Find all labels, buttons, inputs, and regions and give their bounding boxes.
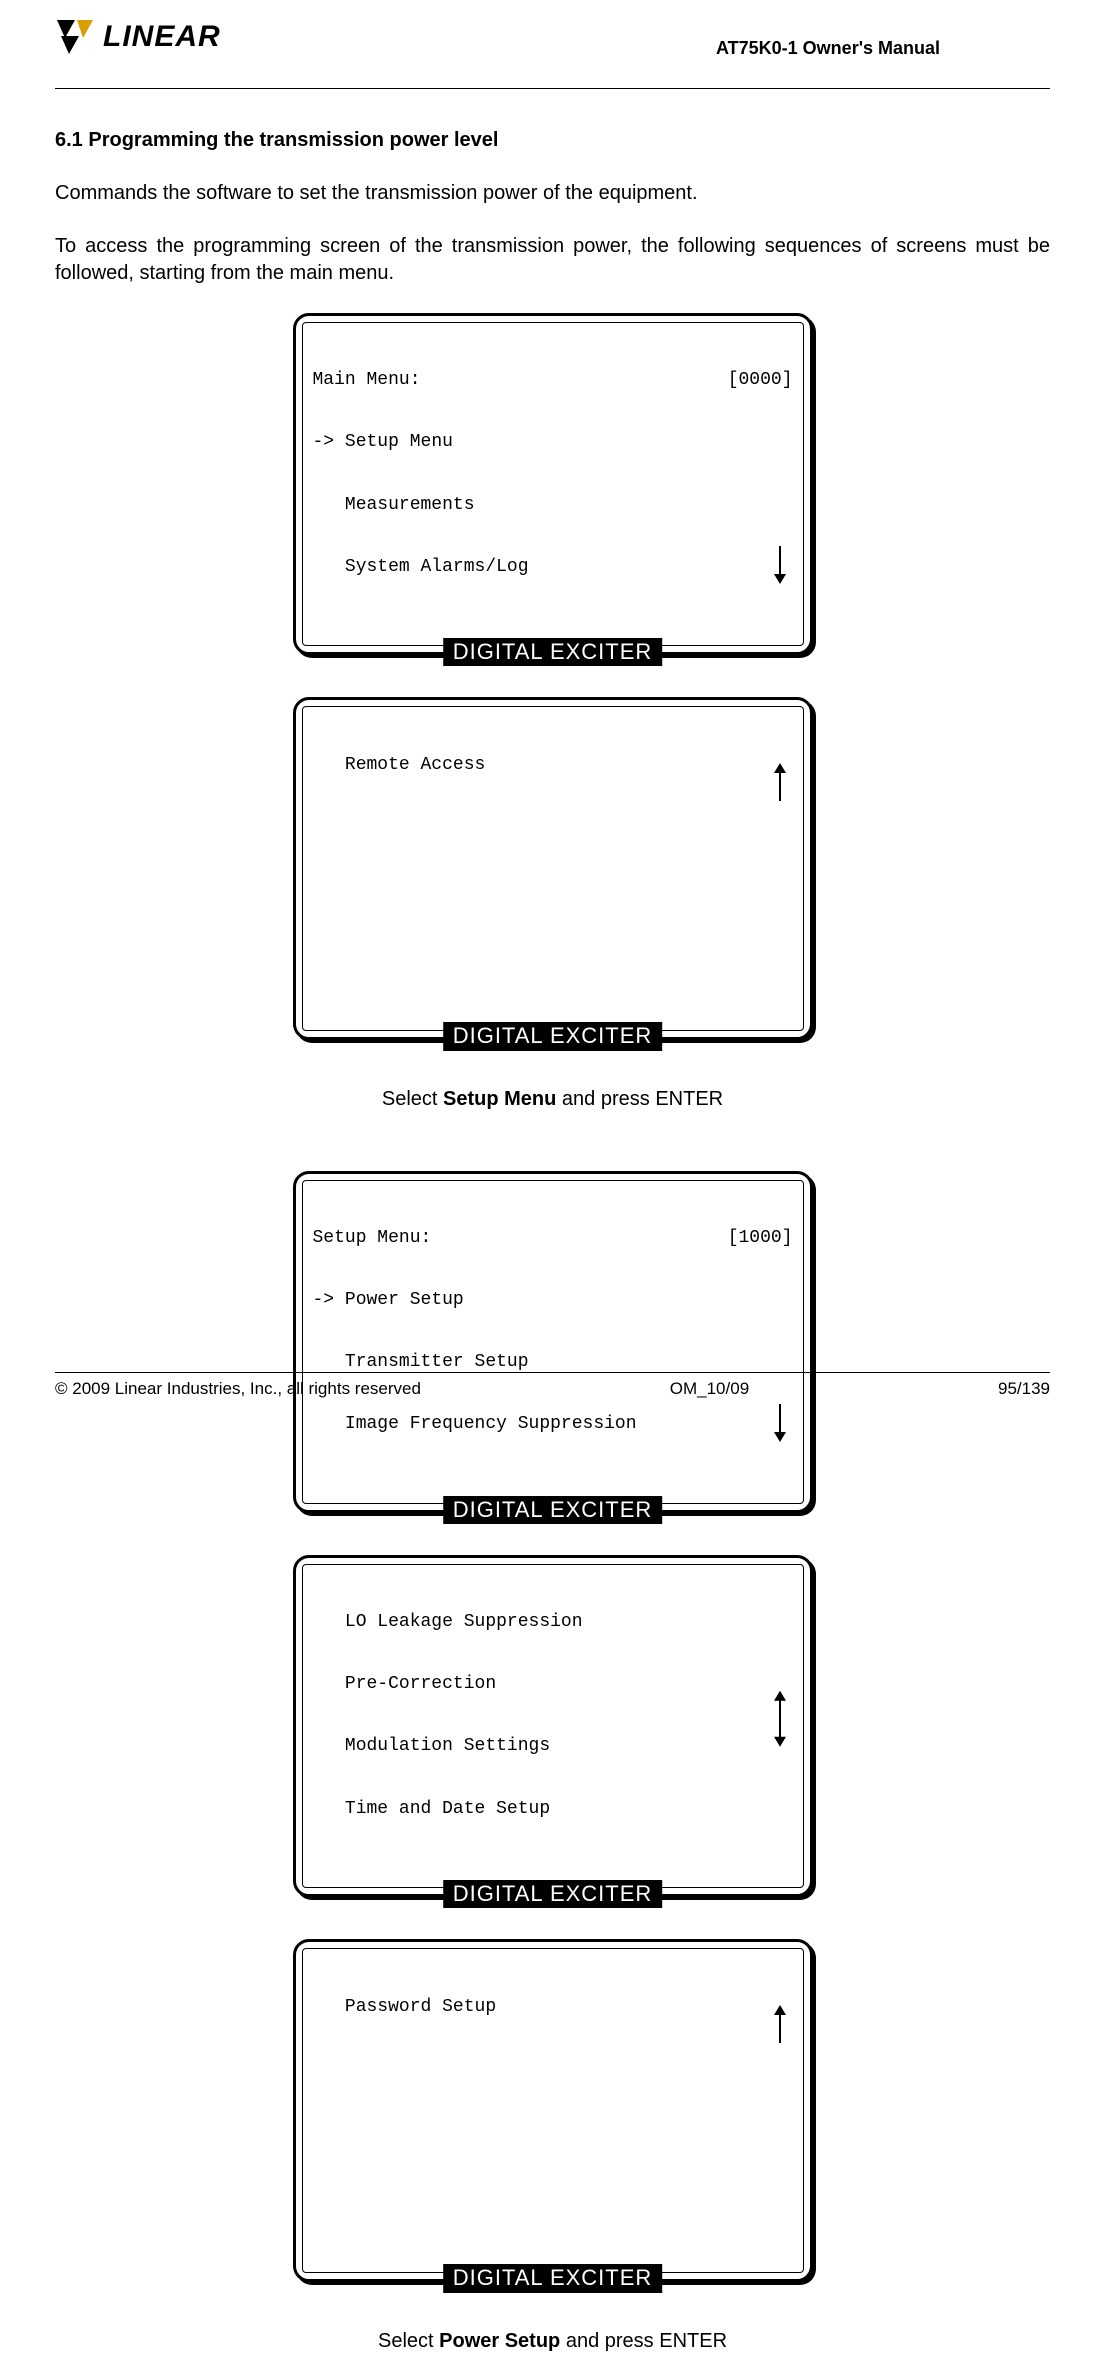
page-footer: © 2009 Linear Industries, Inc., all righ… [55,1372,1050,1399]
lcd-panel-setup-1: Setup Menu: [1000] Power Setup Transmitt… [293,1171,813,1513]
lcd-item: Transmitter Setup [313,1352,793,1373]
page-header: LINEAR AT75K0-1 Owner's Manual [55,0,1050,88]
header-divider [55,88,1050,89]
lcd-device-label: DIGITAL EXCITER [443,1880,663,1908]
lcd-panel-main-2: Remote Access DIGITAL EXCITER [293,697,813,1039]
lcd-panel-setup-3: Password Setup DIGITAL EXCITER [293,1939,813,2281]
scroll-down-icon [773,503,787,626]
section-heading: 6.1 Programming the transmission power l… [55,129,1050,152]
lcd-item: Image Frequency Suppression [313,1414,793,1435]
caption-bold: Setup Menu [443,1088,556,1110]
lcd-title: Setup Menu: [313,1228,432,1249]
scroll-up-icon [773,1963,787,2086]
brand-logo-icon [55,18,95,56]
scroll-up-icon [773,721,787,844]
lcd-device-label: DIGITAL EXCITER [443,638,663,666]
caption-text: Select [382,1088,443,1110]
lcd-device-label: DIGITAL EXCITER [443,2264,663,2292]
lcd-item: Measurements [313,495,793,516]
lcd-item: LO Leakage Suppression [313,1612,793,1633]
paragraph-1: Commands the software to set the transmi… [55,180,1050,207]
document-title: AT75K0-1 Owner's Manual [716,18,1050,59]
lcd-item: Modulation Settings [313,1736,793,1757]
footer-right: 95/139 [998,1379,1050,1399]
caption-bold: Power Setup [439,2330,560,2352]
lcd-item: Remote Access [313,755,793,776]
lcd-item: Pre-Correction [313,1674,793,1695]
lcd-selected-item: Power Setup [313,1290,793,1311]
brand-logo: LINEAR [55,18,221,56]
caption-2: Select Power Setup and press ENTER [378,2330,727,2353]
lcd-title: Main Menu: [313,370,421,391]
lcd-panel-setup-2: LO Leakage Suppression Pre-Correction Mo… [293,1555,813,1897]
caption-text: and press ENTER [560,2330,727,2352]
footer-left: © 2009 Linear Industries, Inc., all righ… [55,1379,421,1399]
lcd-selected-item: Setup Menu [313,432,793,453]
paragraph-2: To access the programming screen of the … [55,233,1050,287]
lcd-device-label: DIGITAL EXCITER [443,1022,663,1050]
scroll-up-down-icon [773,1650,787,1789]
lcd-panel-main-1: Main Menu: [0000] Setup Menu Measurement… [293,313,813,655]
lcd-item: System Alarms/Log [313,557,793,578]
lcd-device-label: DIGITAL EXCITER [443,1496,663,1524]
footer-center: OM_10/09 [670,1379,749,1399]
lcd-code: [0000] [728,370,793,391]
caption-text: and press ENTER [556,1088,723,1110]
lcd-code: [1000] [728,1228,793,1249]
lcd-item: Time and Date Setup [313,1799,793,1820]
caption-1: Select Setup Menu and press ENTER [382,1088,723,1111]
caption-text: Select [378,2330,439,2352]
lcd-item: Password Setup [313,1997,793,2018]
brand-name: LINEAR [103,20,221,54]
footer-divider [55,1372,1050,1373]
